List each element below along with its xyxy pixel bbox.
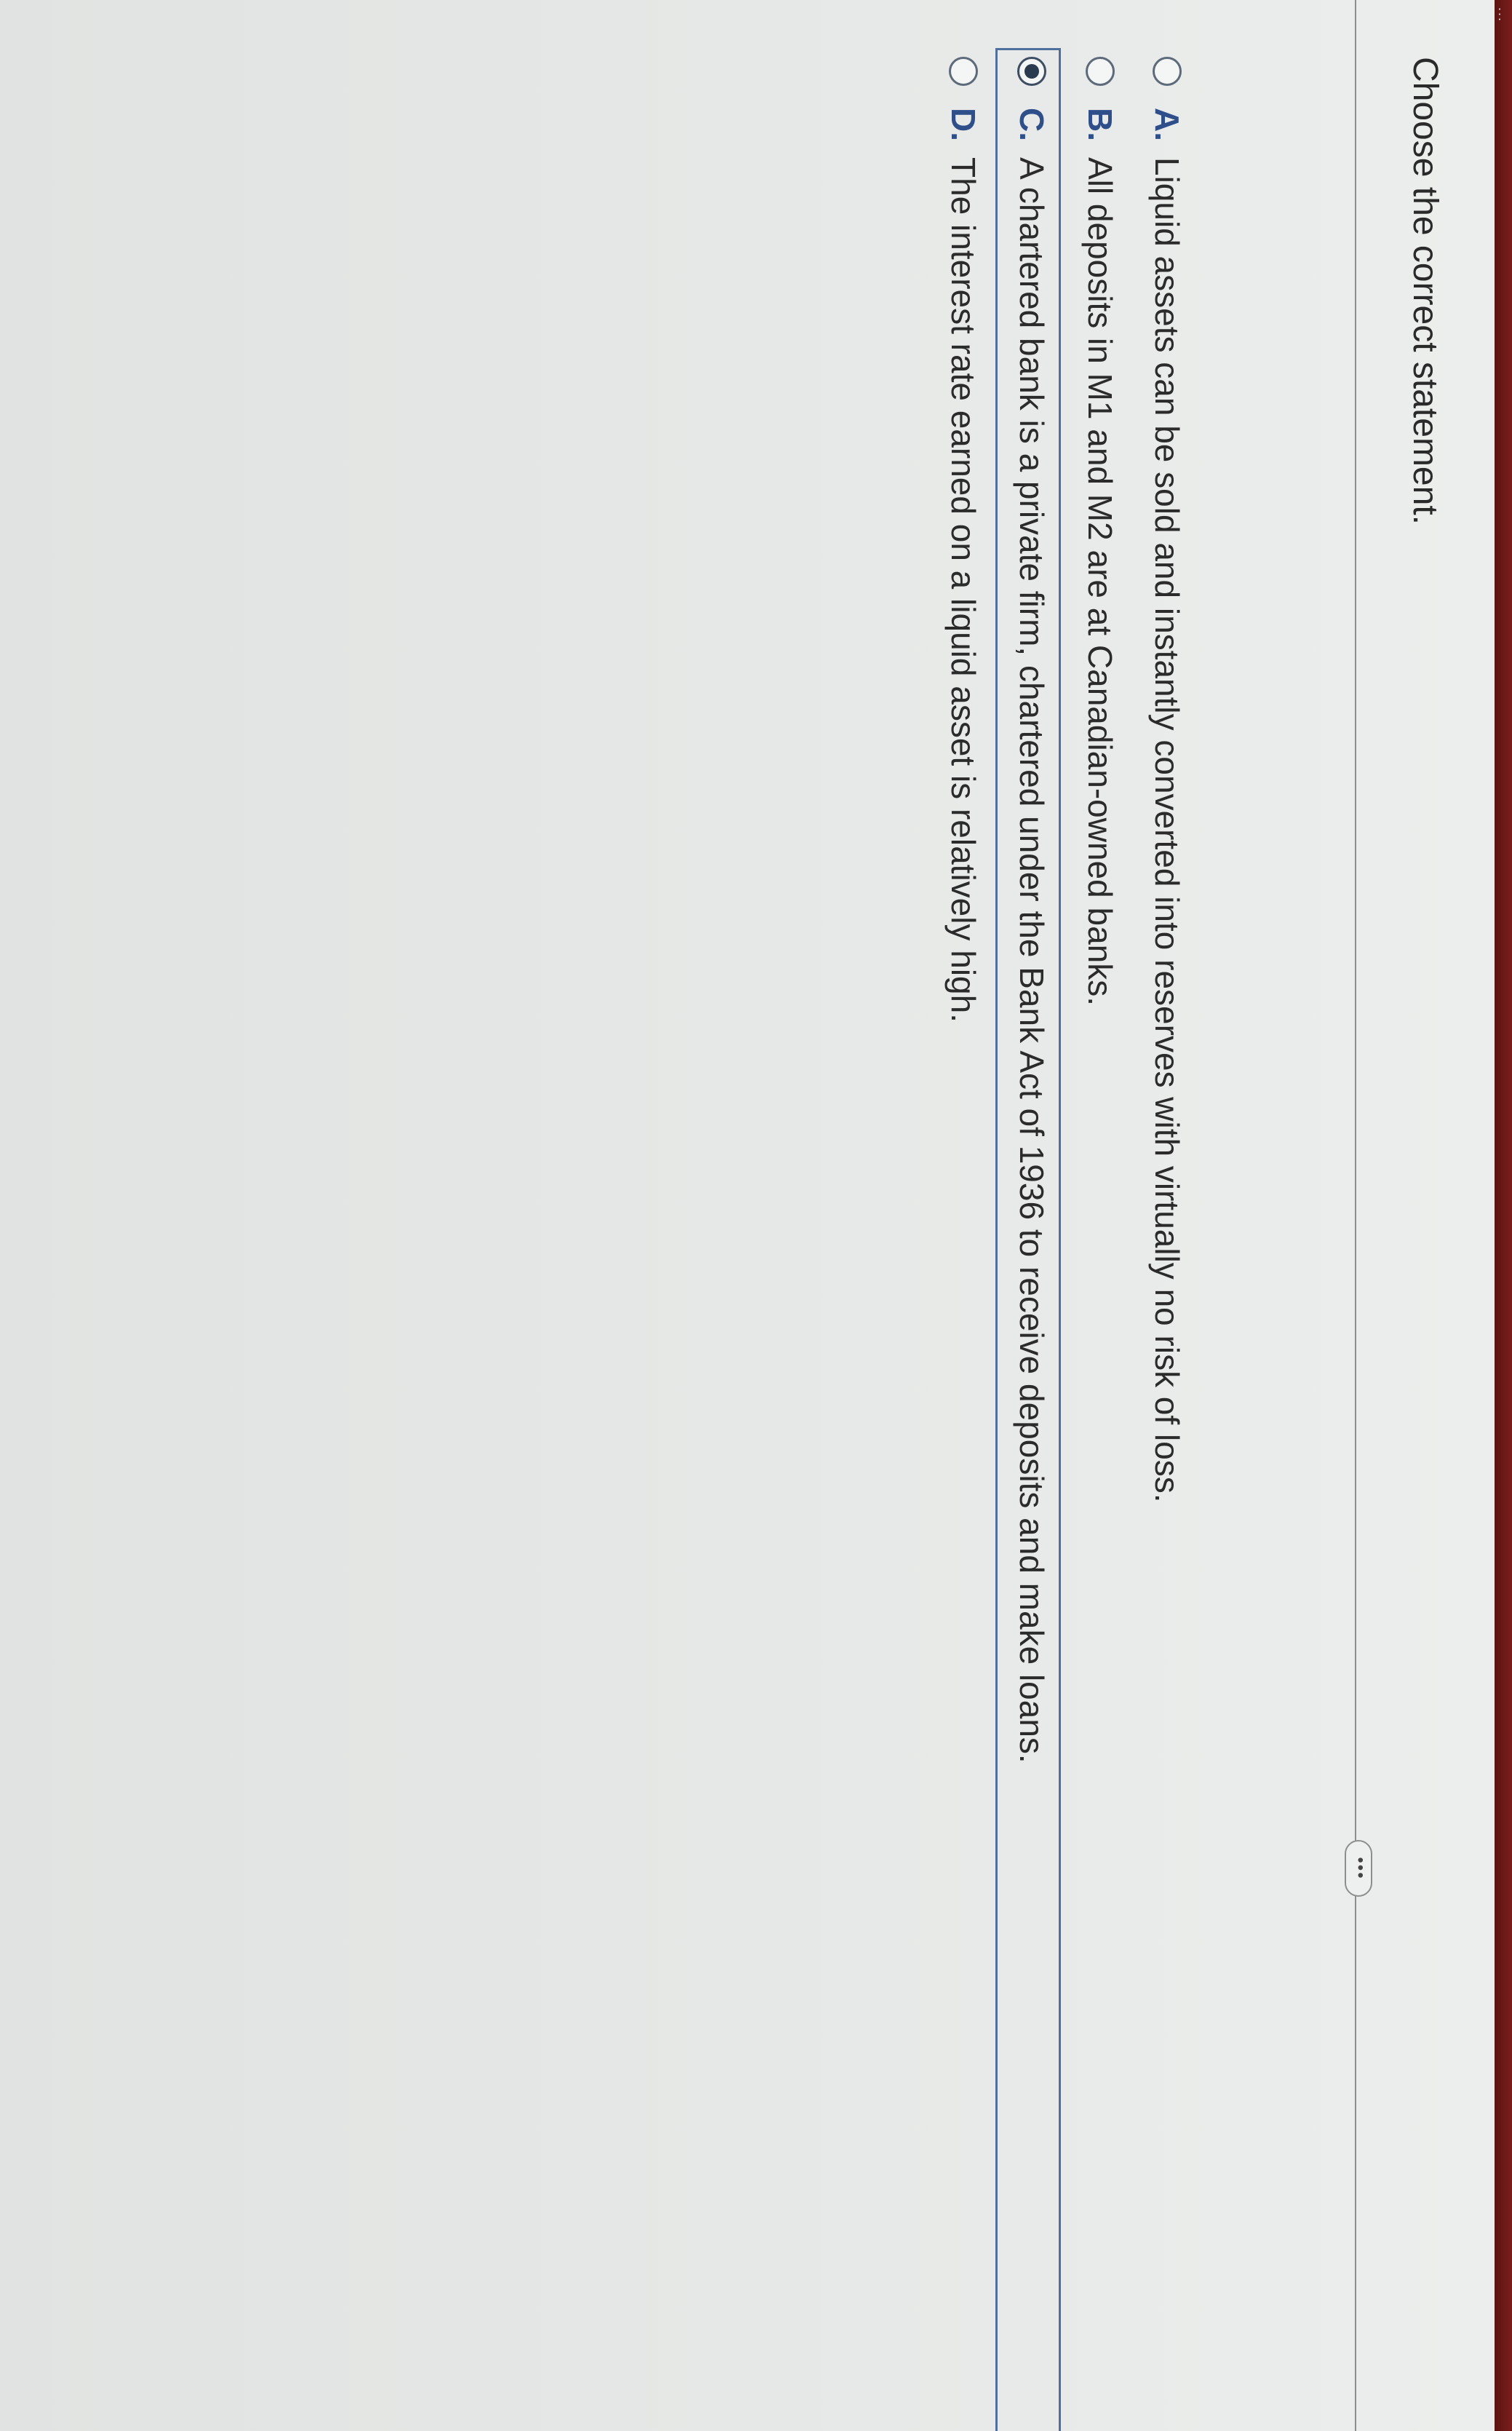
option-letter-d: D. <box>944 108 982 141</box>
option-text-c: A chartered bank is a private firm, char… <box>1013 157 1051 1764</box>
radio-button-a[interactable] <box>1153 57 1182 86</box>
question-prompt: Choose the correct statement. <box>1406 57 1444 525</box>
radio-button-b[interactable] <box>1086 57 1115 86</box>
divider <box>1355 0 1356 2431</box>
edge-text: ... <box>1496 7 1511 23</box>
answer-option-d[interactable]: D. The interest rate earned on a liquid … <box>934 57 992 1023</box>
question-card: Choose the correct statement. ••• A. Liq… <box>0 0 1495 2431</box>
answer-option-b[interactable]: B. All deposits in M1 and M2 are at Cana… <box>1071 57 1129 1006</box>
option-letter-c: C. <box>1013 108 1051 141</box>
answer-option-c[interactable]: C. A chartered bank is a private firm, c… <box>1003 57 1061 1764</box>
option-letter-b: B. <box>1081 108 1119 141</box>
radio-button-c-selected[interactable] <box>1017 57 1046 86</box>
option-letter-a: A. <box>1148 108 1186 141</box>
option-text-a: Liquid assets can be sold and instantly … <box>1148 157 1186 1503</box>
radio-button-d[interactable] <box>949 57 978 86</box>
option-text-b: All deposits in M1 and M2 are at Canadia… <box>1081 157 1119 1007</box>
window-edge-bar: ... <box>1495 0 1512 2431</box>
answer-option-a[interactable]: A. Liquid assets can be sold and instant… <box>1138 57 1196 1503</box>
quiz-stage: ... Choose the correct statement. ••• A.… <box>0 0 1512 2431</box>
more-options-button[interactable]: ••• <box>1345 1840 1372 1897</box>
option-text-d: The interest rate earned on a liquid ass… <box>944 157 982 1023</box>
